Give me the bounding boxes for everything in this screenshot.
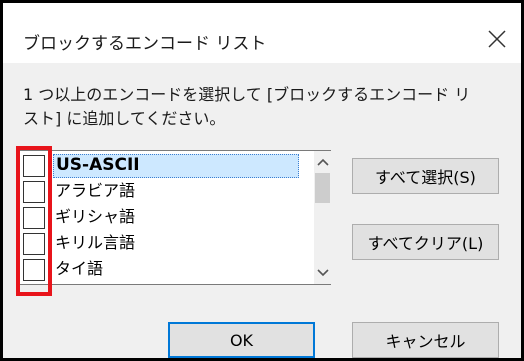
encoding-listbox[interactable]: US-ASCII アラビア語 ギリシャ語 キリル言語 タイ語: [18, 150, 331, 285]
list-item-us-ascii[interactable]: US-ASCII: [19, 153, 314, 178]
close-button[interactable]: [481, 23, 513, 55]
list-item-label: ギリシャ語: [55, 207, 136, 226]
list-item-cyrillic[interactable]: キリル言語: [19, 231, 314, 255]
list-item-arabic[interactable]: アラビア語: [19, 179, 314, 203]
instruction-text: 1 つ以上のエンコードを選択して [ブロックするエンコード リ スト] に追加し…: [23, 83, 503, 131]
cancel-button[interactable]: キャンセル: [352, 322, 499, 358]
chevron-down-icon: [316, 269, 329, 277]
vertical-scrollbar[interactable]: [314, 151, 331, 284]
close-icon: [488, 30, 506, 48]
encoding-block-list-dialog: ブロックするエンコード リスト 1 つ以上のエンコードを選択して [ブロックする…: [0, 0, 524, 361]
list-item-thai[interactable]: タイ語: [19, 257, 314, 281]
ok-button[interactable]: OK: [168, 322, 315, 358]
instruction-line-1: 1 つ以上のエンコードを選択して [ブロックするエンコード リ: [23, 85, 471, 104]
scroll-up-button[interactable]: [314, 153, 331, 171]
list-item-label: タイ語: [55, 259, 104, 278]
list-item-greek[interactable]: ギリシャ語: [19, 205, 314, 229]
select-all-button[interactable]: すべて選択(S): [352, 158, 499, 194]
scroll-down-button[interactable]: [314, 264, 331, 282]
list-item-label: US-ASCII: [53, 154, 299, 178]
checkbox-column-highlight: [16, 146, 52, 296]
clear-all-button[interactable]: すべてクリア(L): [352, 224, 499, 260]
dialog-title: ブロックするエンコード リスト: [23, 34, 267, 54]
instruction-line-2: スト] に追加してください。: [23, 109, 226, 128]
list-item-label: キリル言語: [55, 233, 136, 252]
title-bar: ブロックするエンコード リスト: [3, 3, 521, 63]
scroll-thumb[interactable]: [315, 173, 330, 203]
list-item-label: アラビア語: [55, 181, 136, 200]
chevron-up-icon: [316, 158, 329, 166]
